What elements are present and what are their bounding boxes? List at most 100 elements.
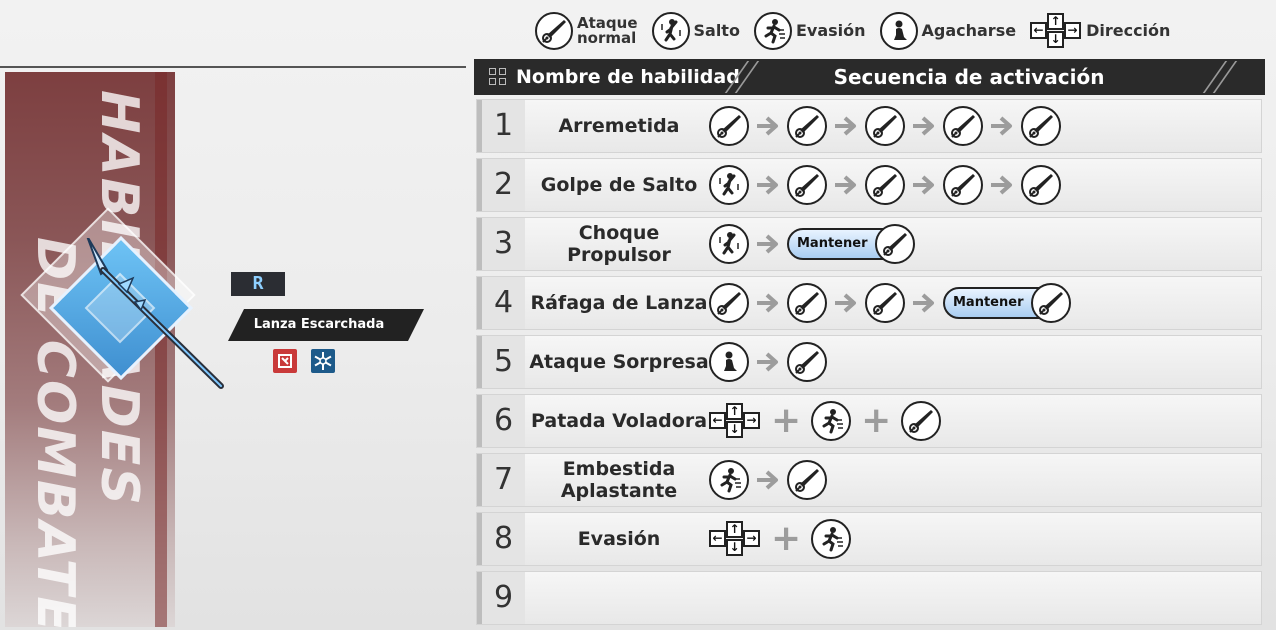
row-number: 5 <box>477 336 525 388</box>
arrow-right-icon <box>835 116 856 136</box>
row-number: 1 <box>477 100 525 152</box>
legend-crouch: Agacharse <box>879 12 1017 50</box>
activation-sequence: ↑ ↓ ← → + <box>709 513 852 565</box>
table-row: 6 Patada Voladora ↑ ↓ ← → + + <box>476 394 1262 448</box>
sword-icon <box>709 283 749 323</box>
sword-icon <box>865 106 905 146</box>
table-row: 1 Arremetida <box>476 99 1262 153</box>
legend-jump: Salto <box>651 12 740 50</box>
skill-name <box>529 572 709 624</box>
table-row: 9 <box>476 571 1262 625</box>
sword-icon <box>787 342 827 382</box>
sword-icon <box>1021 165 1061 205</box>
dpad-icon: ↑ ↓ ← → <box>1030 9 1082 53</box>
table-row: 5 Ataque Sorpresa <box>476 335 1262 389</box>
activation-sequence <box>709 336 827 388</box>
arrow-right-icon <box>757 116 778 136</box>
column-header-sequence: Secuencia de activación <box>833 65 1105 89</box>
divider <box>0 66 466 68</box>
skill-name: Ataque Sorpresa <box>529 351 709 373</box>
legend-direction-label: Dirección <box>1086 21 1171 40</box>
dodge-icon <box>753 12 792 50</box>
table-row: 8 Evasión ↑ ↓ ← → + <box>476 512 1262 566</box>
sword-icon <box>787 283 827 323</box>
legend-crouch-label: Agacharse <box>921 21 1017 40</box>
plus-icon: + <box>861 400 892 441</box>
crouch-icon <box>879 12 918 50</box>
jump-icon <box>651 12 690 50</box>
arrow-right-icon <box>913 293 934 313</box>
jump-icon <box>709 165 749 205</box>
arrow-right-icon <box>757 234 778 254</box>
table-row: 2 Golpe de Salto <box>476 158 1262 212</box>
crouch-icon <box>709 342 749 382</box>
dpad-icon: ↑ ↓ ← → <box>709 399 761 443</box>
controls-legend: Ataque normal Salto Evasión Agacharse ↑ ↓ ←… <box>535 8 1184 54</box>
activation-sequence <box>709 454 827 506</box>
row-number: 8 <box>477 513 525 565</box>
activation-sequence <box>709 159 1061 211</box>
sword-icon <box>787 165 827 205</box>
skill-name: Choque Propulsor <box>567 222 671 266</box>
arrow-right-icon <box>757 293 778 313</box>
activation-sequence: Mantener <box>709 218 916 270</box>
arrow-right-icon <box>913 116 934 136</box>
sword-icon <box>1021 106 1061 146</box>
arrow-right-icon <box>835 175 856 195</box>
row-number: 4 <box>477 277 525 329</box>
sword-icon <box>709 106 749 146</box>
legend-jump-label: Salto <box>693 21 740 40</box>
spear-icon <box>86 238 224 389</box>
legend-evade-label: Evasión <box>795 21 866 40</box>
sword-icon <box>865 283 905 323</box>
arrow-right-icon <box>757 352 778 372</box>
sword-icon <box>535 12 573 50</box>
legend-attack-line2: normal <box>577 29 637 47</box>
table-row: 7 Embestida Aplastante <box>476 453 1262 507</box>
skill-name: Arremetida <box>558 115 680 137</box>
arrow-right-icon <box>835 293 856 313</box>
dodge-icon <box>709 460 749 500</box>
frost-icon <box>311 349 335 373</box>
table-header: Nombre de habilidad Secuencia de activac… <box>474 59 1265 95</box>
rarity-badge: R <box>231 272 285 296</box>
row-number: 2 <box>477 159 525 211</box>
skill-name: Embestida Aplastante <box>560 458 678 502</box>
sword-icon <box>1031 283 1072 323</box>
legend-attack: Ataque normal <box>535 12 638 50</box>
arrow-right-icon <box>913 175 934 195</box>
table-row: 3 Choque Propulsor Mantener <box>476 217 1262 271</box>
plus-icon: + <box>771 518 802 559</box>
table-row: 4 Ráfaga de Lanza Mantener <box>476 276 1262 330</box>
activation-sequence: ↑ ↓ ← → + + <box>709 395 942 447</box>
row-number: 3 <box>477 218 525 270</box>
activation-sequence: Mantener <box>709 277 1072 329</box>
row-number: 9 <box>477 572 525 624</box>
sword-icon <box>901 401 942 441</box>
arrow-right-icon <box>991 116 1012 136</box>
column-header-name: Nombre de habilidad <box>516 66 740 88</box>
plus-icon: + <box>771 400 802 441</box>
arrow-right-icon <box>991 175 1012 195</box>
sword-icon <box>943 106 983 146</box>
legend-direction: ↑ ↓ ← → Dirección <box>1030 9 1170 53</box>
legend-evade: Evasión <box>753 12 866 50</box>
row-number: 7 <box>477 454 525 506</box>
dodge-icon <box>811 401 852 441</box>
sword-icon <box>865 165 905 205</box>
sword-icon <box>787 460 827 500</box>
sword-icon <box>875 224 916 264</box>
element-icon <box>273 349 297 373</box>
skill-name: Golpe de Salto <box>540 174 698 196</box>
arrow-right-icon <box>757 470 778 490</box>
hold-attack: Mantener <box>943 283 1072 323</box>
skill-name: Patada Voladora <box>530 410 708 432</box>
arrow-right-icon <box>757 175 778 195</box>
dpad-icon: ↑ ↓ ← → <box>709 517 761 561</box>
jump-icon <box>709 224 749 264</box>
weapon-name: Lanza Escarchada <box>253 317 385 332</box>
sword-icon <box>787 106 827 146</box>
skill-name: Evasión <box>577 528 661 550</box>
hold-attack: Mantener <box>787 224 916 264</box>
activation-sequence <box>709 100 1061 152</box>
